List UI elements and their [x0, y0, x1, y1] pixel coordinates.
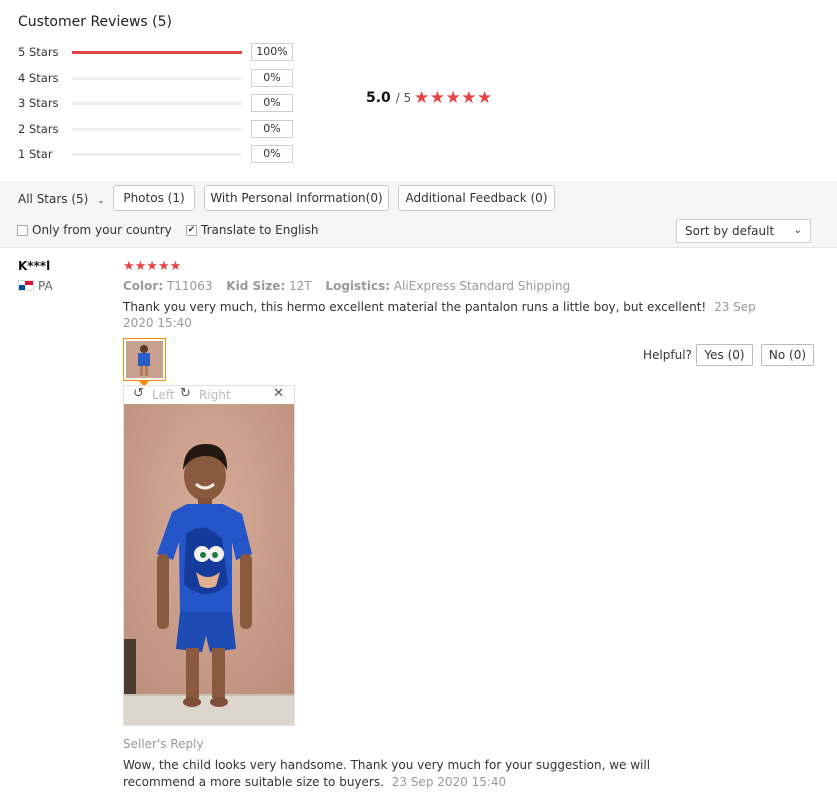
average-rating: 5.0 / 5 [366, 90, 411, 106]
color-label: Color: [123, 279, 164, 293]
rating-percent: 0% [251, 94, 293, 112]
rating-row-label: 4 Stars [18, 71, 59, 85]
review-photo-thumbnail[interactable] [123, 338, 166, 387]
rating-bar [72, 77, 242, 80]
rating-row-3[interactable]: 3 Stars 0% [18, 94, 298, 112]
helpful-no-button[interactable]: No (0) [761, 344, 814, 366]
review-attributes: Color: T11063 Kid Size: 12T Logistics: A… [123, 279, 580, 293]
close-icon[interactable]: ✕ [273, 386, 284, 401]
average-out-of: / 5 [395, 91, 412, 105]
rating-percent: 100% [251, 43, 293, 61]
personal-info-filter-button[interactable]: With Personal Information(0) [204, 185, 389, 211]
size-label: Kid Size: [226, 279, 286, 293]
reviews-title: Customer Reviews (5) [18, 14, 172, 30]
rating-row-1[interactable]: 1 Star 0% [18, 145, 298, 163]
all-stars-label: All Stars (5) [18, 192, 89, 206]
country-code: PA [38, 279, 53, 293]
only-country-checkbox[interactable] [17, 225, 28, 236]
rating-row-5[interactable]: 5 Stars 100% [18, 43, 298, 61]
helpful-yes-button[interactable]: Yes (0) [696, 344, 753, 366]
logistics-value: AliExpress Standard Shipping [393, 279, 571, 293]
review-photo [124, 404, 294, 725]
average-stars: ★★★★★ [414, 88, 493, 108]
photo-viewer: ↺ Left ↻ Right ✕ [123, 385, 295, 726]
rating-row-2[interactable]: 2 Stars 0% [18, 120, 298, 138]
review-text: Thank you very much, this hermo excellen… [123, 299, 763, 331]
rotate-left-icon[interactable]: ↺ [133, 386, 144, 401]
rotate-left-label[interactable]: Left [152, 388, 175, 402]
rating-percent: 0% [251, 120, 293, 138]
translate-checkbox[interactable]: ✔ [186, 225, 197, 236]
photos-filter-button[interactable]: Photos (1) [113, 185, 195, 211]
color-value: T11063 [166, 279, 213, 293]
chevron-down-icon: ⌄ [793, 225, 802, 236]
sort-select[interactable]: Sort by default ⌄ [676, 219, 811, 243]
seller-reply-date: 23 Sep 2020 15:40 [391, 775, 507, 789]
logistics-label: Logistics: [325, 279, 391, 293]
rating-bar [72, 153, 242, 156]
only-country-label[interactable]: Only from your country [32, 223, 172, 237]
seller-reply-body: Wow, the child looks very handsome. Than… [123, 758, 651, 789]
average-value: 5.0 [366, 90, 391, 106]
additional-feedback-filter-button[interactable]: Additional Feedback (0) [398, 185, 555, 211]
filter-bar: All Stars (5) ⌄ Photos (1) With Personal… [0, 181, 837, 215]
options-bar: Only from your country ✔ Translate to En… [0, 215, 837, 248]
helpful-label: Helpful? [643, 348, 692, 362]
rating-row-label: 2 Stars [18, 122, 59, 136]
rating-row-label: 3 Stars [18, 96, 59, 110]
rating-bar [72, 128, 242, 131]
thumbnail-image [126, 341, 163, 378]
rating-row-label: 1 Star [18, 147, 53, 161]
translate-label[interactable]: Translate to English [201, 223, 319, 237]
rating-percent: 0% [251, 69, 293, 87]
size-value: 12T [288, 279, 312, 293]
rating-bar [72, 102, 242, 105]
rotate-right-label[interactable]: Right [199, 388, 231, 402]
rating-row-4[interactable]: 4 Stars 0% [18, 69, 298, 87]
review-body: Thank you very much, this hermo excellen… [123, 300, 707, 314]
seller-reply-title: Seller's Reply [123, 737, 204, 751]
panama-flag-icon [18, 280, 34, 291]
rating-percent: 0% [251, 145, 293, 163]
all-stars-dropdown[interactable]: All Stars (5) ⌄ [18, 192, 105, 206]
rotate-right-icon[interactable]: ↻ [180, 386, 191, 401]
sort-label: Sort by default [685, 224, 775, 238]
review-stars: ★★★★★ [123, 259, 182, 274]
reviewer-country: PA [18, 279, 53, 293]
rating-row-label: 5 Stars [18, 45, 59, 59]
reviewer-name: K***l [18, 259, 51, 273]
rating-bar [72, 51, 242, 54]
photo-viewer-toolbar: ↺ Left ↻ Right ✕ [124, 386, 294, 404]
seller-reply: Wow, the child looks very handsome. Than… [123, 757, 703, 791]
chevron-down-icon: ⌄ [97, 196, 105, 206]
